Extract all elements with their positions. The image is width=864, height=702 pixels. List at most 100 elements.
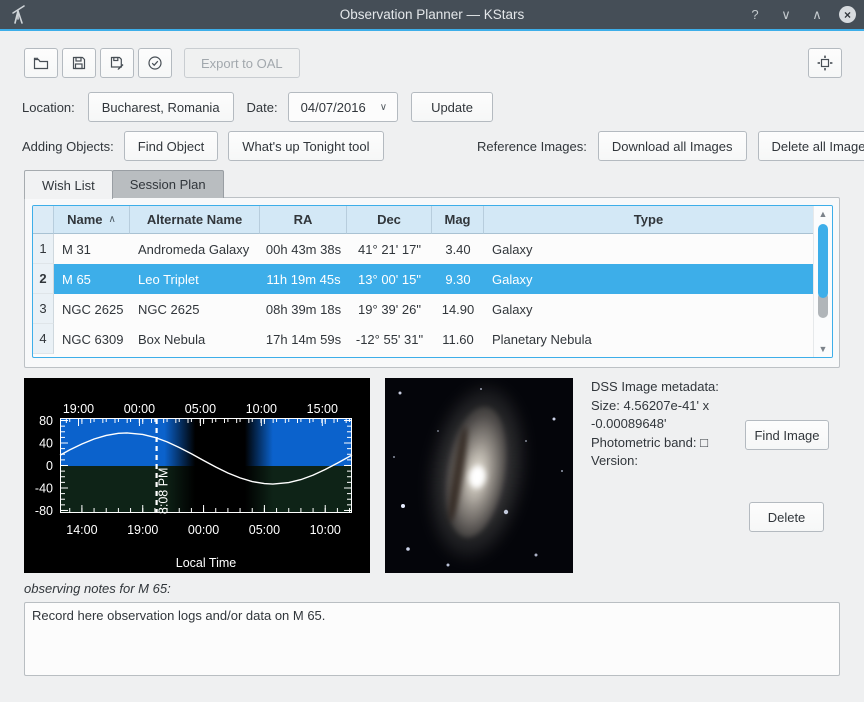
window-title: Observation Planner — KStars: [0, 7, 864, 22]
row-number[interactable]: 4: [33, 324, 54, 354]
export-oal-button[interactable]: Export to OAL: [184, 48, 300, 78]
svg-text:15:00: 15:00: [307, 402, 338, 416]
svg-text:19:00: 19:00: [127, 523, 158, 537]
cell-ra[interactable]: 11h 19m 45s: [260, 264, 347, 294]
location-button[interactable]: Bucharest, Romania: [88, 92, 234, 122]
save-as-icon: [109, 55, 125, 71]
find-image-button[interactable]: Find Image: [745, 420, 829, 450]
cell-alt-name[interactable]: Box Nebula: [130, 324, 260, 354]
cell-alt-name[interactable]: Leo Triplet: [130, 264, 260, 294]
cell-dec[interactable]: 19° 39' 26": [347, 294, 432, 324]
open-folder-icon: [33, 55, 49, 71]
save-icon: [71, 55, 87, 71]
location-date-row: Location: Bucharest, Romania Date: 04/07…: [22, 92, 493, 122]
cell-mag[interactable]: 9.30: [432, 264, 484, 294]
cell-type[interactable]: Galaxy: [484, 234, 814, 264]
reference-images-label: Reference Images:: [477, 139, 587, 154]
tab-wish-list[interactable]: Wish List: [24, 170, 113, 199]
dss-image-metadata: DSS Image metadata: Size: 4.56207e-41' x…: [591, 378, 743, 471]
svg-text:05:00: 05:00: [249, 523, 280, 537]
cell-dec[interactable]: 13° 00' 15": [347, 264, 432, 294]
cell-name[interactable]: M 65: [54, 264, 130, 294]
column-header-mag[interactable]: Mag: [432, 206, 484, 234]
svg-text:Local Time: Local Time: [176, 556, 236, 570]
svg-text:00:00: 00:00: [188, 523, 219, 537]
svg-text:-40: -40: [35, 481, 53, 495]
delete-image-button[interactable]: Delete: [749, 502, 824, 532]
adding-objects-row: Adding Objects: Find Object What's up To…: [22, 131, 384, 161]
cell-ra[interactable]: 17h 14m 59s: [260, 324, 347, 354]
objects-table[interactable]: Name∧Alternate NameRADecMagType 1M 31Andr…: [32, 205, 833, 358]
tab-session-plan[interactable]: Session Plan: [112, 170, 224, 198]
svg-text:40: 40: [39, 437, 53, 451]
maximize-button[interactable]: ∧: [808, 6, 826, 24]
check-circle-icon: [147, 55, 163, 71]
column-header-name[interactable]: Name∧: [54, 206, 130, 234]
svg-text:0: 0: [46, 459, 53, 473]
column-header-type[interactable]: Type: [484, 206, 814, 234]
metadata-size-1: Size: 4.56207e-41' x: [591, 397, 743, 416]
cell-ra[interactable]: 00h 43m 38s: [260, 234, 347, 264]
metadata-title: DSS Image metadata:: [591, 378, 743, 397]
update-button[interactable]: Update: [411, 92, 493, 122]
row-number[interactable]: 3: [33, 294, 54, 324]
cell-type[interactable]: Galaxy: [484, 264, 814, 294]
cell-mag[interactable]: 11.60: [432, 324, 484, 354]
find-object-button[interactable]: Find Object: [124, 131, 218, 161]
wut-tool-button[interactable]: What's up Tonight tool: [228, 131, 383, 161]
observing-notes-input[interactable]: Record here observation logs and/or data…: [24, 602, 840, 676]
help-button[interactable]: ?: [746, 6, 764, 24]
cell-dec[interactable]: -12° 55' 31": [347, 324, 432, 354]
sort-ascending-icon: ∧: [109, 214, 116, 225]
metadata-band: Photometric band: □: [591, 434, 743, 453]
cell-name[interactable]: M 31: [54, 234, 130, 264]
cell-mag[interactable]: 14.90: [432, 294, 484, 324]
open-list-button[interactable]: [24, 48, 58, 78]
svg-text:19:00: 19:00: [63, 402, 94, 416]
cell-name[interactable]: NGC 6309: [54, 324, 130, 354]
svg-text:10:00: 10:00: [310, 523, 341, 537]
cell-type[interactable]: Planetary Nebula: [484, 324, 814, 354]
save-list-button[interactable]: [62, 48, 96, 78]
cell-ra[interactable]: 08h 39m 18s: [260, 294, 347, 324]
scrollbar-thumb[interactable]: [818, 224, 828, 298]
wizard-button[interactable]: [138, 48, 172, 78]
date-value: 04/07/2016: [301, 100, 366, 115]
svg-text:00:00: 00:00: [124, 402, 155, 416]
cell-type[interactable]: Galaxy: [484, 294, 814, 324]
fit-window-button[interactable]: [808, 48, 842, 78]
date-combobox[interactable]: 04/07/2016 ∨: [288, 92, 398, 122]
row-number[interactable]: 2: [33, 264, 54, 294]
scroll-down-icon[interactable]: ▼: [814, 341, 832, 357]
table-corner-header: [33, 206, 54, 234]
scroll-up-icon[interactable]: ▲: [814, 206, 832, 222]
svg-text:05:00: 05:00: [185, 402, 216, 416]
cell-alt-name[interactable]: NGC 2625: [130, 294, 260, 324]
cell-name[interactable]: NGC 2625: [54, 294, 130, 324]
column-header-alternate-name[interactable]: Alternate Name: [130, 206, 260, 234]
close-button[interactable]: ×: [839, 6, 856, 23]
row-number[interactable]: 1: [33, 234, 54, 264]
metadata-size-2: -0.00089648': [591, 415, 743, 434]
svg-text:80: 80: [39, 414, 53, 428]
date-label: Date:: [247, 100, 278, 115]
wish-list-pane: Name∧Alternate NameRADecMagType 1M 31Andr…: [24, 197, 840, 368]
cell-alt-name[interactable]: Andromeda Galaxy: [130, 234, 260, 264]
minimize-button[interactable]: ∨: [777, 6, 795, 24]
titlebar[interactable]: Observation Planner — KStars ? ∨ ∧ ×: [0, 0, 864, 29]
save-list-as-button[interactable]: [100, 48, 134, 78]
column-header-ra[interactable]: RA: [260, 206, 347, 234]
table-scrollbar[interactable]: ▲ ▼: [813, 206, 832, 357]
download-all-images-button[interactable]: Download all Images: [598, 131, 747, 161]
titlebar-accent-line: [0, 29, 864, 31]
scrollbar-track[interactable]: [814, 222, 832, 341]
column-header-dec[interactable]: Dec: [347, 206, 432, 234]
chart-axes-and-curve: 14:00 19:00 00:00 05:00 10:00 19:00 00:00 05:00…: [24, 378, 370, 573]
delete-all-images-button[interactable]: Delete all Images: [758, 131, 864, 161]
svg-text:10:00: 10:00: [246, 402, 277, 416]
fit-to-window-icon: [817, 55, 833, 71]
cell-dec[interactable]: 41° 21' 17": [347, 234, 432, 264]
cell-mag[interactable]: 3.40: [432, 234, 484, 264]
svg-text:14:00: 14:00: [66, 523, 97, 537]
stars: [385, 378, 387, 380]
